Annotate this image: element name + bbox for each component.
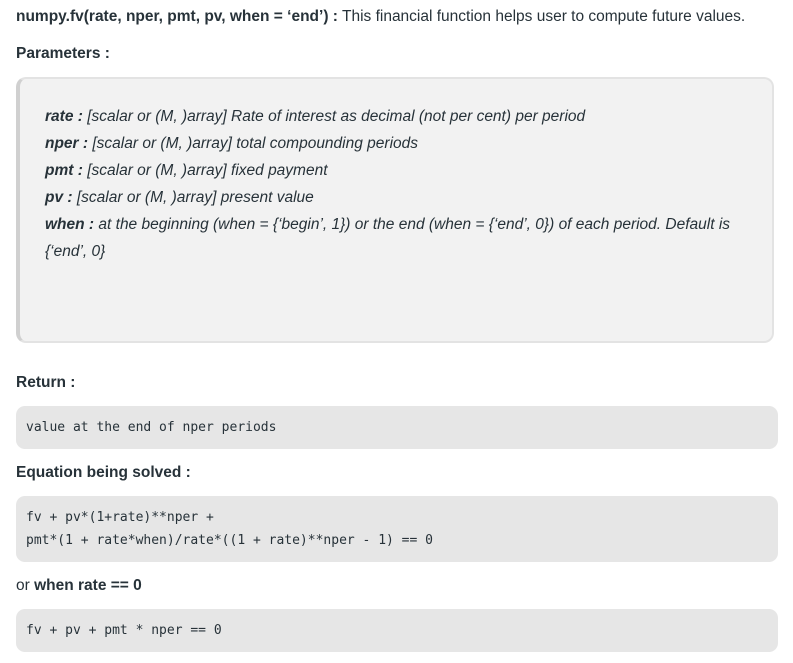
function-signature: numpy.fv(rate, nper, pmt, pv, when = ‘en… bbox=[16, 8, 338, 25]
code-line: fv + pv*(1+rate)**nper + bbox=[26, 510, 214, 525]
zero-rate-heading: or when rate == 0 bbox=[16, 575, 142, 597]
param-pmt: pmt : [scalar or (M, )array] fixed payme… bbox=[45, 157, 755, 184]
param-desc: [scalar or (M, )array] fixed payment bbox=[82, 162, 328, 179]
function-description: This financial function helps user to co… bbox=[337, 8, 746, 25]
equation-heading: Equation being solved : bbox=[16, 464, 191, 481]
parameters-heading: Parameters : bbox=[16, 45, 110, 62]
param-desc: at the beginning (when = {‘begin’, 1}) o… bbox=[45, 216, 731, 260]
param-name: pv : bbox=[45, 189, 73, 206]
param-name: pmt : bbox=[45, 162, 83, 179]
param-name: when : bbox=[45, 216, 95, 233]
parameters-list: rate : [scalar or (M, )array] Rate of in… bbox=[45, 103, 755, 265]
equation-code-block[interactable]: fv + pv*(1+rate)**nper + pmt*(1 + rate*w… bbox=[16, 496, 778, 562]
return-heading: Return : bbox=[16, 374, 76, 391]
parameters-box: rate : [scalar or (M, )array] Rate of in… bbox=[16, 77, 774, 343]
code-line: pmt*(1 + rate*when)/rate*((1 + rate)**np… bbox=[26, 533, 433, 548]
param-pv: pv : [scalar or (M, )array] present valu… bbox=[45, 184, 755, 211]
param-when: when : at the beginning (when = {‘begin’… bbox=[45, 211, 755, 265]
param-nper: nper : [scalar or (M, )array] total comp… bbox=[45, 130, 755, 157]
code-line: fv + pv + pmt * nper == 0 bbox=[26, 623, 222, 638]
param-desc: [scalar or (M, )array] present value bbox=[72, 189, 314, 206]
param-rate: rate : [scalar or (M, )array] Rate of in… bbox=[45, 103, 755, 130]
zero-rate-prefix: or bbox=[16, 577, 35, 594]
function-intro: numpy.fv(rate, nper, pmt, pv, when = ‘en… bbox=[16, 6, 745, 28]
return-code-block[interactable]: value at the end of nper periods bbox=[16, 406, 778, 449]
code-line: value at the end of nper periods bbox=[26, 420, 277, 435]
zero-rate-code-block[interactable]: fv + pv + pmt * nper == 0 bbox=[16, 609, 778, 652]
param-desc: [scalar or (M, )array] Rate of interest … bbox=[82, 108, 586, 125]
param-name: nper : bbox=[45, 135, 89, 152]
param-desc: [scalar or (M, )array] total compounding… bbox=[88, 135, 419, 152]
zero-rate-condition: when rate == 0 bbox=[34, 577, 142, 594]
param-name: rate : bbox=[45, 108, 83, 125]
